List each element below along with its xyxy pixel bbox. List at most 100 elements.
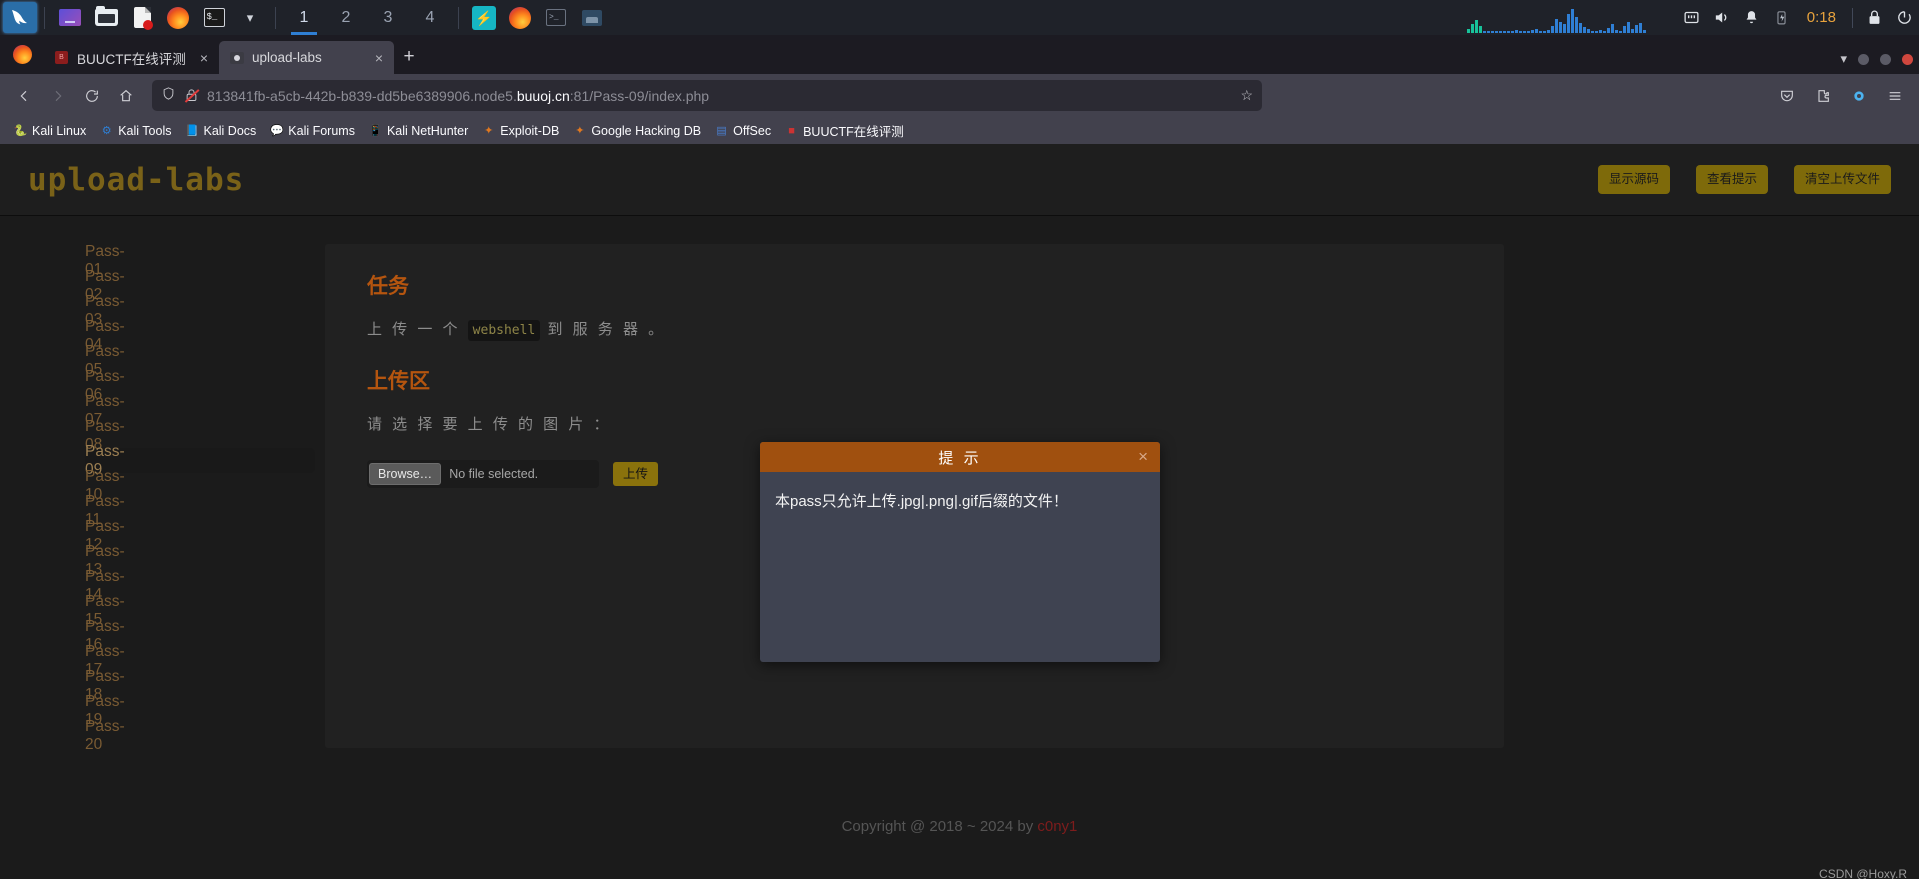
close-icon[interactable]: ×: [1138, 445, 1148, 469]
bookmark-star-icon[interactable]: ☆: [1240, 87, 1253, 104]
files-icon[interactable]: [55, 5, 85, 31]
bell-icon[interactable]: [1737, 0, 1767, 35]
show-source-button[interactable]: 显示源码: [1597, 165, 1670, 194]
taskbar-divider: [275, 6, 276, 29]
tab-title: upload-labs: [252, 50, 322, 65]
task-text-before: 上 传 一 个: [367, 321, 468, 338]
bookmark-kali-linux[interactable]: 🐍 Kali Linux: [8, 121, 92, 141]
page-viewport: upload-labs 显示源码 查看提示 清空上传文件 Pass-01 Pas…: [0, 144, 1919, 879]
site-logo[interactable]: upload-labs: [28, 162, 244, 198]
url-suffix: :81/Pass-09/index.php: [569, 87, 710, 104]
bookmark-label: BUUCTF在线评测: [803, 125, 904, 139]
bookmark-label: OffSec: [733, 123, 772, 138]
chevron-down-icon[interactable]: ▾: [1840, 51, 1847, 67]
kali-forums-icon: 💬: [269, 125, 284, 137]
workspace-4[interactable]: 4: [417, 0, 443, 35]
upload-heading: 上传区: [367, 370, 430, 393]
account-icon[interactable]: [1843, 80, 1875, 112]
bookmark-kali-nethunter[interactable]: 📱 Kali NetHunter: [363, 121, 474, 141]
lock-icon[interactable]: [1859, 0, 1889, 35]
upload-label: 请 选 择 要 上 传 的 图 片 ：: [367, 416, 612, 433]
offsec-icon: ▤: [716, 125, 727, 137]
clear-uploads-button[interactable]: 清空上传文件: [1793, 165, 1891, 194]
url-prefix: 813841fb-a5cb-442b-b839-dd5be6389906.nod…: [207, 87, 517, 104]
submit-upload-button[interactable]: 上传: [613, 461, 659, 487]
bookmark-kali-tools[interactable]: ⚙ Kali Tools: [94, 121, 177, 141]
bookmark-label: Google Hacking DB: [591, 123, 702, 138]
browser-tab-buuctf[interactable]: B BUUCTF在线评测 ×: [44, 41, 219, 74]
reload-icon[interactable]: [76, 80, 108, 112]
volume-icon[interactable]: [1707, 0, 1737, 35]
tab-title: BUUCTF在线评测: [77, 51, 186, 67]
thunder-icon[interactable]: [469, 5, 499, 31]
close-icon[interactable]: ×: [370, 50, 388, 66]
footer-author-link[interactable]: c0ny1: [1037, 818, 1077, 835]
bookmark-label: Exploit-DB: [500, 123, 560, 138]
browser-tab-upload-labs[interactable]: upload-labs ×: [219, 41, 394, 74]
firefox-icon[interactable]: [163, 5, 193, 31]
kali-docs-icon: 📘: [185, 125, 199, 137]
firefox-window-icon[interactable]: [505, 5, 535, 31]
browser-tab-strip: B BUUCTF在线评测 × upload-labs × + ▾: [0, 35, 1919, 74]
home-icon[interactable]: [110, 80, 142, 112]
bookmark-google-hacking-db[interactable]: ✦ Google Hacking DB: [567, 121, 707, 141]
bookmark-exploit-db[interactable]: ✦ Exploit-DB: [476, 121, 565, 141]
address-bar[interactable]: 813841fb-a5cb-442b-b839-dd5be6389906.nod…: [152, 80, 1262, 111]
workspace-2[interactable]: 2: [333, 0, 359, 35]
close-icon[interactable]: ×: [195, 50, 213, 66]
ethernet-icon[interactable]: [1677, 0, 1707, 35]
bookmark-offsec[interactable]: ▤ OffSec: [709, 121, 777, 141]
folder-icon[interactable]: [91, 5, 121, 31]
kali-nethunter-icon: 📱: [368, 125, 383, 137]
bookmark-label: Kali Linux: [32, 123, 87, 138]
chevron-down-icon[interactable]: ▾: [235, 5, 265, 31]
clock[interactable]: 0:18: [1797, 9, 1846, 26]
maximize-button[interactable]: [1880, 53, 1891, 65]
file-input[interactable]: Browse… No file selected.: [367, 460, 599, 488]
footer-text: Copyright @ 2018 ~ 2024 by: [841, 818, 1038, 835]
terminal-small-icon[interactable]: >_: [541, 5, 571, 31]
url-input[interactable]: 813841fb-a5cb-442b-b839-dd5be6389906.nod…: [207, 88, 1232, 104]
webshell-code: webshell: [467, 320, 541, 341]
logout-icon[interactable]: [1889, 0, 1919, 35]
forward-arrow-icon[interactable]: [42, 80, 74, 112]
site-footer: Copyright @ 2018 ~ 2024 by c0ny1: [0, 818, 1919, 835]
menu-icon[interactable]: [1879, 80, 1911, 112]
header-button-group: 显示源码 查看提示 清空上传文件: [1597, 165, 1891, 194]
extensions-icon[interactable]: [1807, 80, 1839, 112]
document-blocked-icon[interactable]: [127, 5, 157, 31]
site-header: upload-labs 显示源码 查看提示 清空上传文件: [0, 144, 1919, 216]
buuctf-favicon: ■: [788, 124, 795, 137]
bookmark-label: Kali Forums: [288, 123, 355, 138]
pocket-icon[interactable]: [1771, 80, 1803, 112]
browse-button[interactable]: Browse…: [369, 462, 442, 486]
back-arrow-icon[interactable]: [8, 80, 40, 112]
close-window-button[interactable]: [1902, 53, 1913, 65]
shield-icon[interactable]: [161, 86, 176, 106]
battery-icon[interactable]: [1767, 0, 1797, 35]
workspace-3[interactable]: 3: [375, 0, 401, 35]
firefox-app-icon: [0, 35, 44, 74]
lock-slashed-icon[interactable]: [184, 88, 199, 103]
bookmarks-bar: 🐍 Kali Linux ⚙ Kali Tools 📘 Kali Docs 💬 …: [0, 117, 1919, 144]
new-tab-button[interactable]: +: [394, 46, 424, 68]
task-text-after: 到 服 务 器 。: [540, 321, 667, 338]
kali-dragon-icon[interactable]: [3, 2, 37, 33]
modal-title: 提 示: [938, 449, 982, 467]
system-taskbar: $_ ▾ 1 2 3 4 >_: [0, 0, 1919, 35]
bookmark-kali-docs[interactable]: 📘 Kali Docs: [179, 121, 262, 141]
url-domain: buuoj.cn: [516, 87, 570, 104]
image-viewer-icon[interactable]: [577, 5, 607, 31]
view-hint-button[interactable]: 查看提示: [1695, 165, 1768, 194]
terminal-icon[interactable]: $_: [199, 5, 229, 31]
sidebar-item-pass-20[interactable]: Pass-20: [85, 718, 315, 753]
bookmark-buuctf[interactable]: ■ BUUCTF在线评测: [779, 118, 910, 143]
workspace-1[interactable]: 1: [291, 0, 317, 35]
minimize-button[interactable]: [1858, 53, 1869, 65]
toolbar-right-icons: [1771, 80, 1911, 112]
exploit-db-icon: ✦: [484, 125, 494, 137]
bookmark-kali-forums[interactable]: 💬 Kali Forums: [264, 121, 361, 141]
taskbar-divider: [44, 6, 45, 29]
alert-modal: 提 示 × 本pass只允许上传.jpg|.png|.gif后缀的文件！: [760, 442, 1160, 662]
bookmark-label: Kali NetHunter: [386, 123, 469, 138]
